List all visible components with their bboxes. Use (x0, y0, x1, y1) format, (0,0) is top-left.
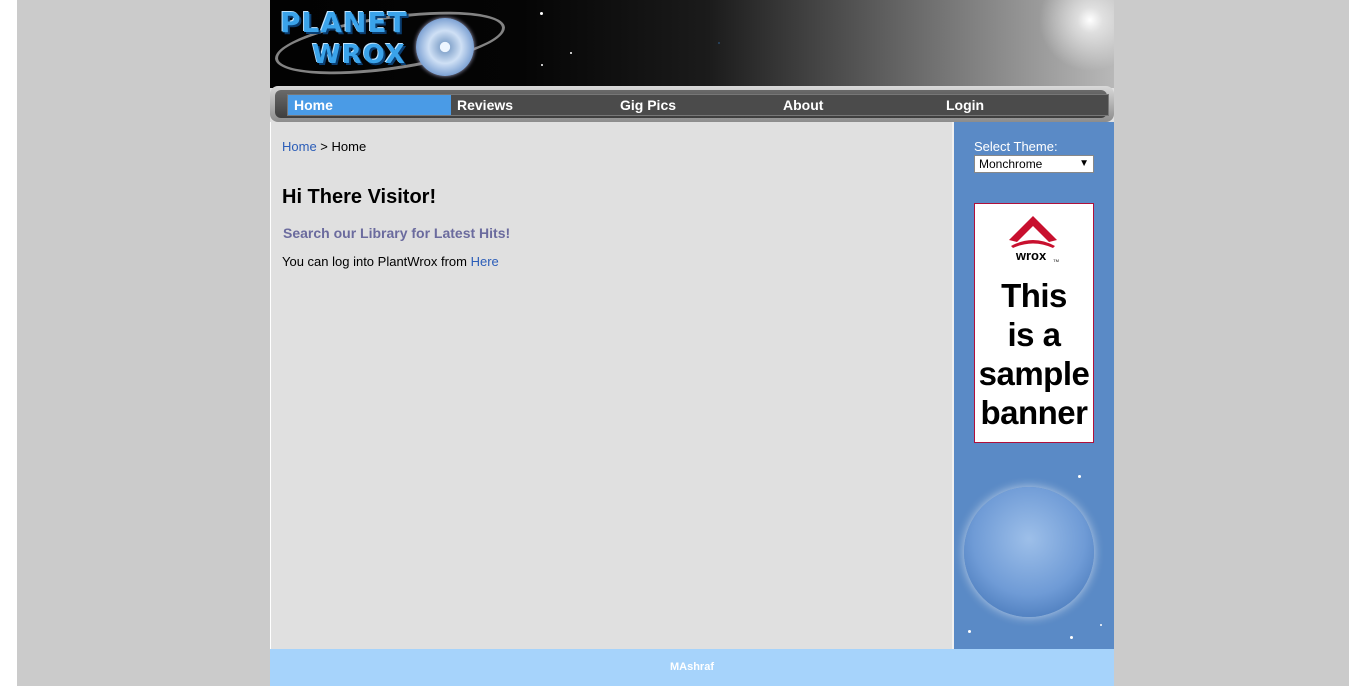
menu-track: Home Reviews Gig Pics About Login (287, 94, 1109, 116)
logo-line-2: WROX (312, 40, 406, 70)
banner-line-1: This (1001, 277, 1067, 314)
planet-wrox-logo[interactable]: PLANET WROX (271, 0, 509, 86)
sidebar-star (1078, 475, 1081, 478)
sidebar-star (1070, 636, 1073, 639)
sidebar-star (968, 630, 971, 633)
banner-line-2: is a (1007, 316, 1061, 353)
nav-item-gig-pics[interactable]: Gig Pics (614, 95, 777, 115)
header-star (570, 52, 572, 54)
dropdown-arrow-icon: ▼ (1079, 158, 1089, 169)
breadcrumb-separator: > (316, 139, 332, 154)
theme-label: Select Theme: (974, 139, 1058, 154)
nav-item-login[interactable]: Login (940, 95, 1103, 115)
theme-select-value: Monchrome (979, 157, 1043, 171)
sidebar-star (1100, 624, 1102, 626)
breadcrumb-home-link[interactable]: Home (282, 139, 317, 154)
breadcrumb: Home > Home (282, 139, 366, 154)
menu-inner: Home Reviews Gig Pics About Login (275, 90, 1109, 118)
logo-line-1: PLANET (280, 6, 408, 39)
site-footer: MAshraf (270, 649, 1114, 686)
theme-select[interactable]: Monchrome ▼ (974, 155, 1094, 173)
cd-disc-icon (416, 18, 474, 76)
banner-text: This is a sample banner (975, 276, 1093, 432)
sample-banner[interactable]: wrox TM This is a sample banner (974, 203, 1094, 443)
login-prompt: You can log into PlantWrox from Here (282, 254, 499, 269)
search-library-link[interactable]: Search our Library for Latest Hits! (283, 225, 510, 241)
nav-item-about[interactable]: About (777, 95, 940, 115)
login-here-link[interactable]: Here (471, 254, 499, 269)
nav-item-home[interactable]: Home (288, 95, 451, 115)
main-menu: Home Reviews Gig Pics About Login (270, 86, 1114, 122)
wrox-trademark: TM (1053, 258, 1059, 263)
header-star (541, 64, 543, 66)
sidebar: Select Theme: Monchrome ▼ wrox TM This i… (952, 122, 1114, 649)
main-content: Home > Home Hi There Visitor! Search our… (270, 122, 952, 649)
wrox-brand-text: wrox (1015, 248, 1047, 263)
banner-line-4: banner (980, 394, 1088, 431)
header-star (718, 42, 720, 44)
left-margin-strip (0, 0, 17, 686)
page-container: PLANET WROX Home Reviews Gig Pics About … (270, 0, 1114, 686)
decorative-planet-orb (964, 487, 1094, 617)
nav-item-reviews[interactable]: Reviews (451, 95, 614, 115)
banner-line-3: sample (978, 355, 1090, 392)
breadcrumb-current: Home (331, 139, 367, 154)
header-star (540, 12, 543, 15)
site-header: PLANET WROX (270, 0, 1114, 88)
header-light-glow (1030, 0, 1114, 80)
wrox-logo-icon: wrox TM (1009, 216, 1059, 263)
page-heading: Hi There Visitor! (282, 186, 437, 208)
login-prompt-text: You can log into PlantWrox from (282, 254, 471, 269)
